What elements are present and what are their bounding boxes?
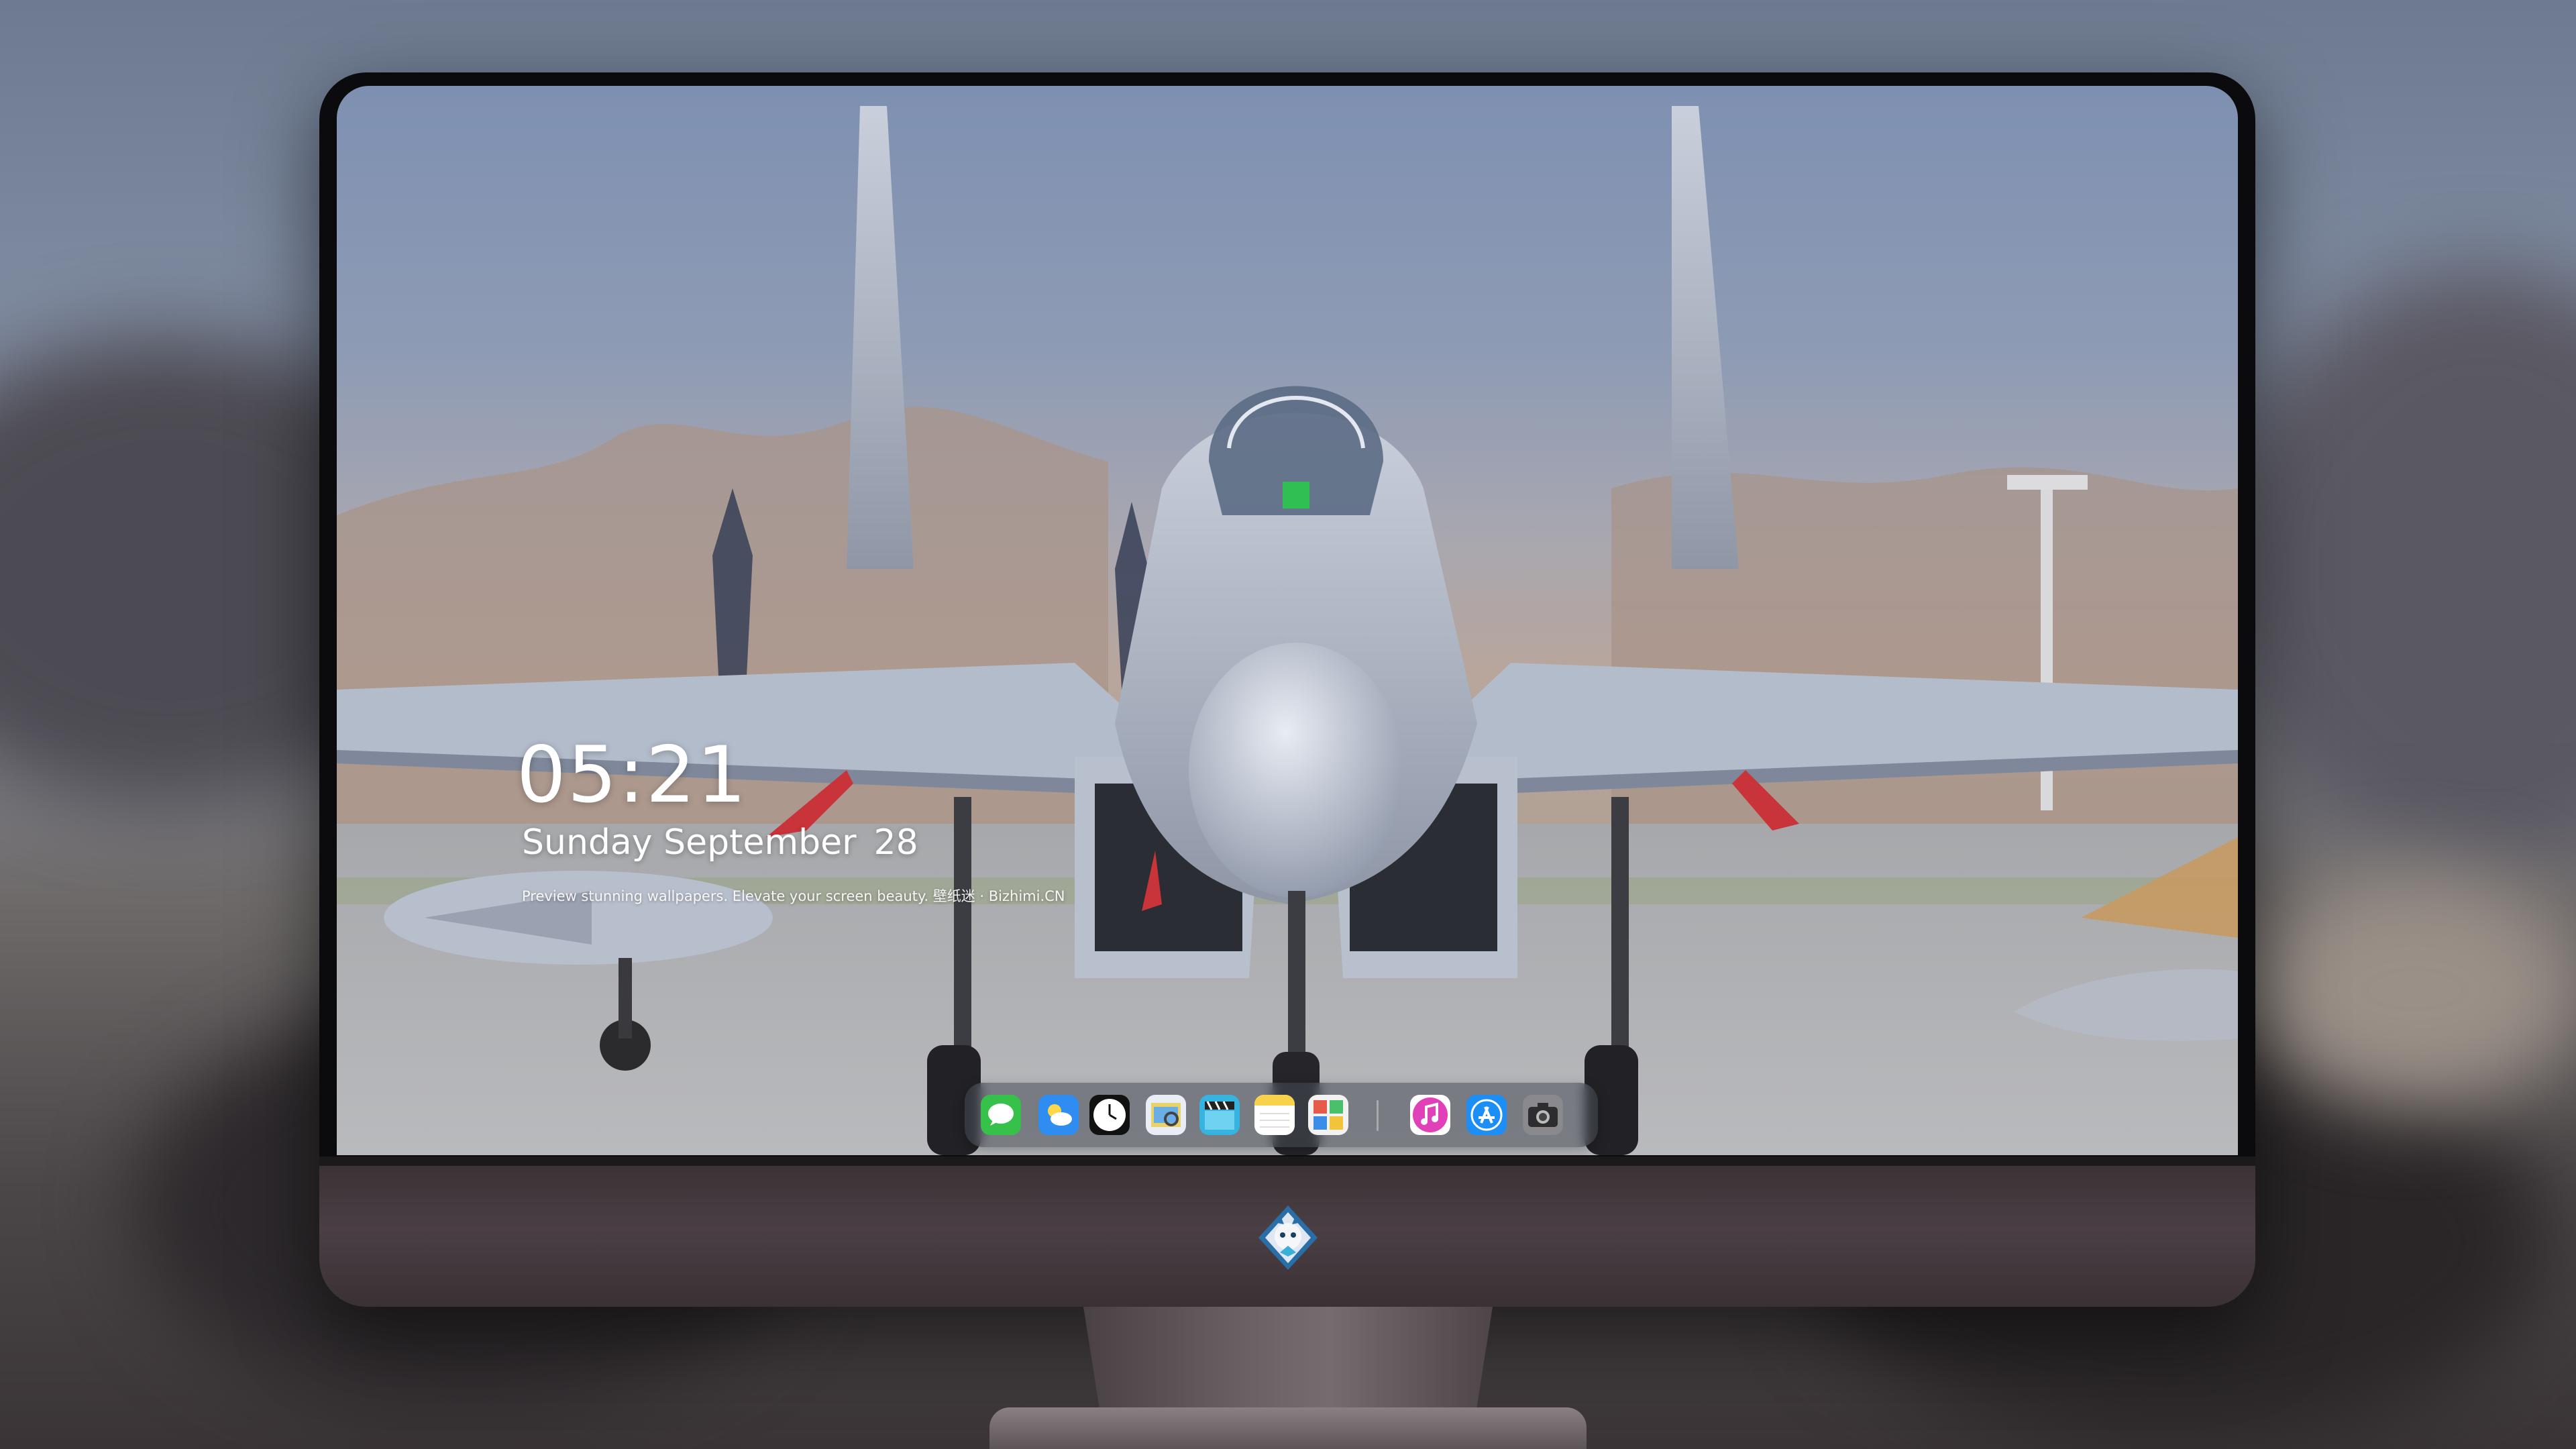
weather-icon[interactable] <box>1038 1095 1079 1135</box>
itunes-icon[interactable] <box>1410 1095 1450 1135</box>
messages-icon[interactable] <box>981 1095 1021 1135</box>
weekday-month: Sunday September <box>522 822 857 863</box>
dock-separator <box>1377 1100 1379 1131</box>
dragon-logo-icon <box>1253 1203 1323 1273</box>
lockscreen-time: 05:21 <box>517 730 748 820</box>
day-number: 28 <box>873 822 918 863</box>
clips-icon[interactable] <box>1199 1095 1240 1135</box>
monitor-stand-base <box>989 1407 1587 1449</box>
clock-icon[interactable] <box>1089 1095 1130 1135</box>
monitor-stand-neck <box>1083 1307 1493 1411</box>
lockscreen-date: Sunday September 28 <box>522 822 918 863</box>
camera-icon[interactable] <box>1523 1095 1563 1135</box>
wallpaper-tagline: Preview stunning wallpapers. Elevate you… <box>522 888 1065 904</box>
desktop-screen: 05:21 Sunday September 28 Preview stunnin… <box>337 86 2238 1155</box>
preview-icon[interactable] <box>1146 1095 1186 1135</box>
notes-icon[interactable] <box>1254 1095 1295 1135</box>
jet-wallpaper <box>337 106 2238 1155</box>
photo-booth-icon[interactable] <box>1308 1095 1348 1135</box>
app-store-icon[interactable] <box>1466 1095 1507 1135</box>
dock <box>965 1083 1598 1147</box>
